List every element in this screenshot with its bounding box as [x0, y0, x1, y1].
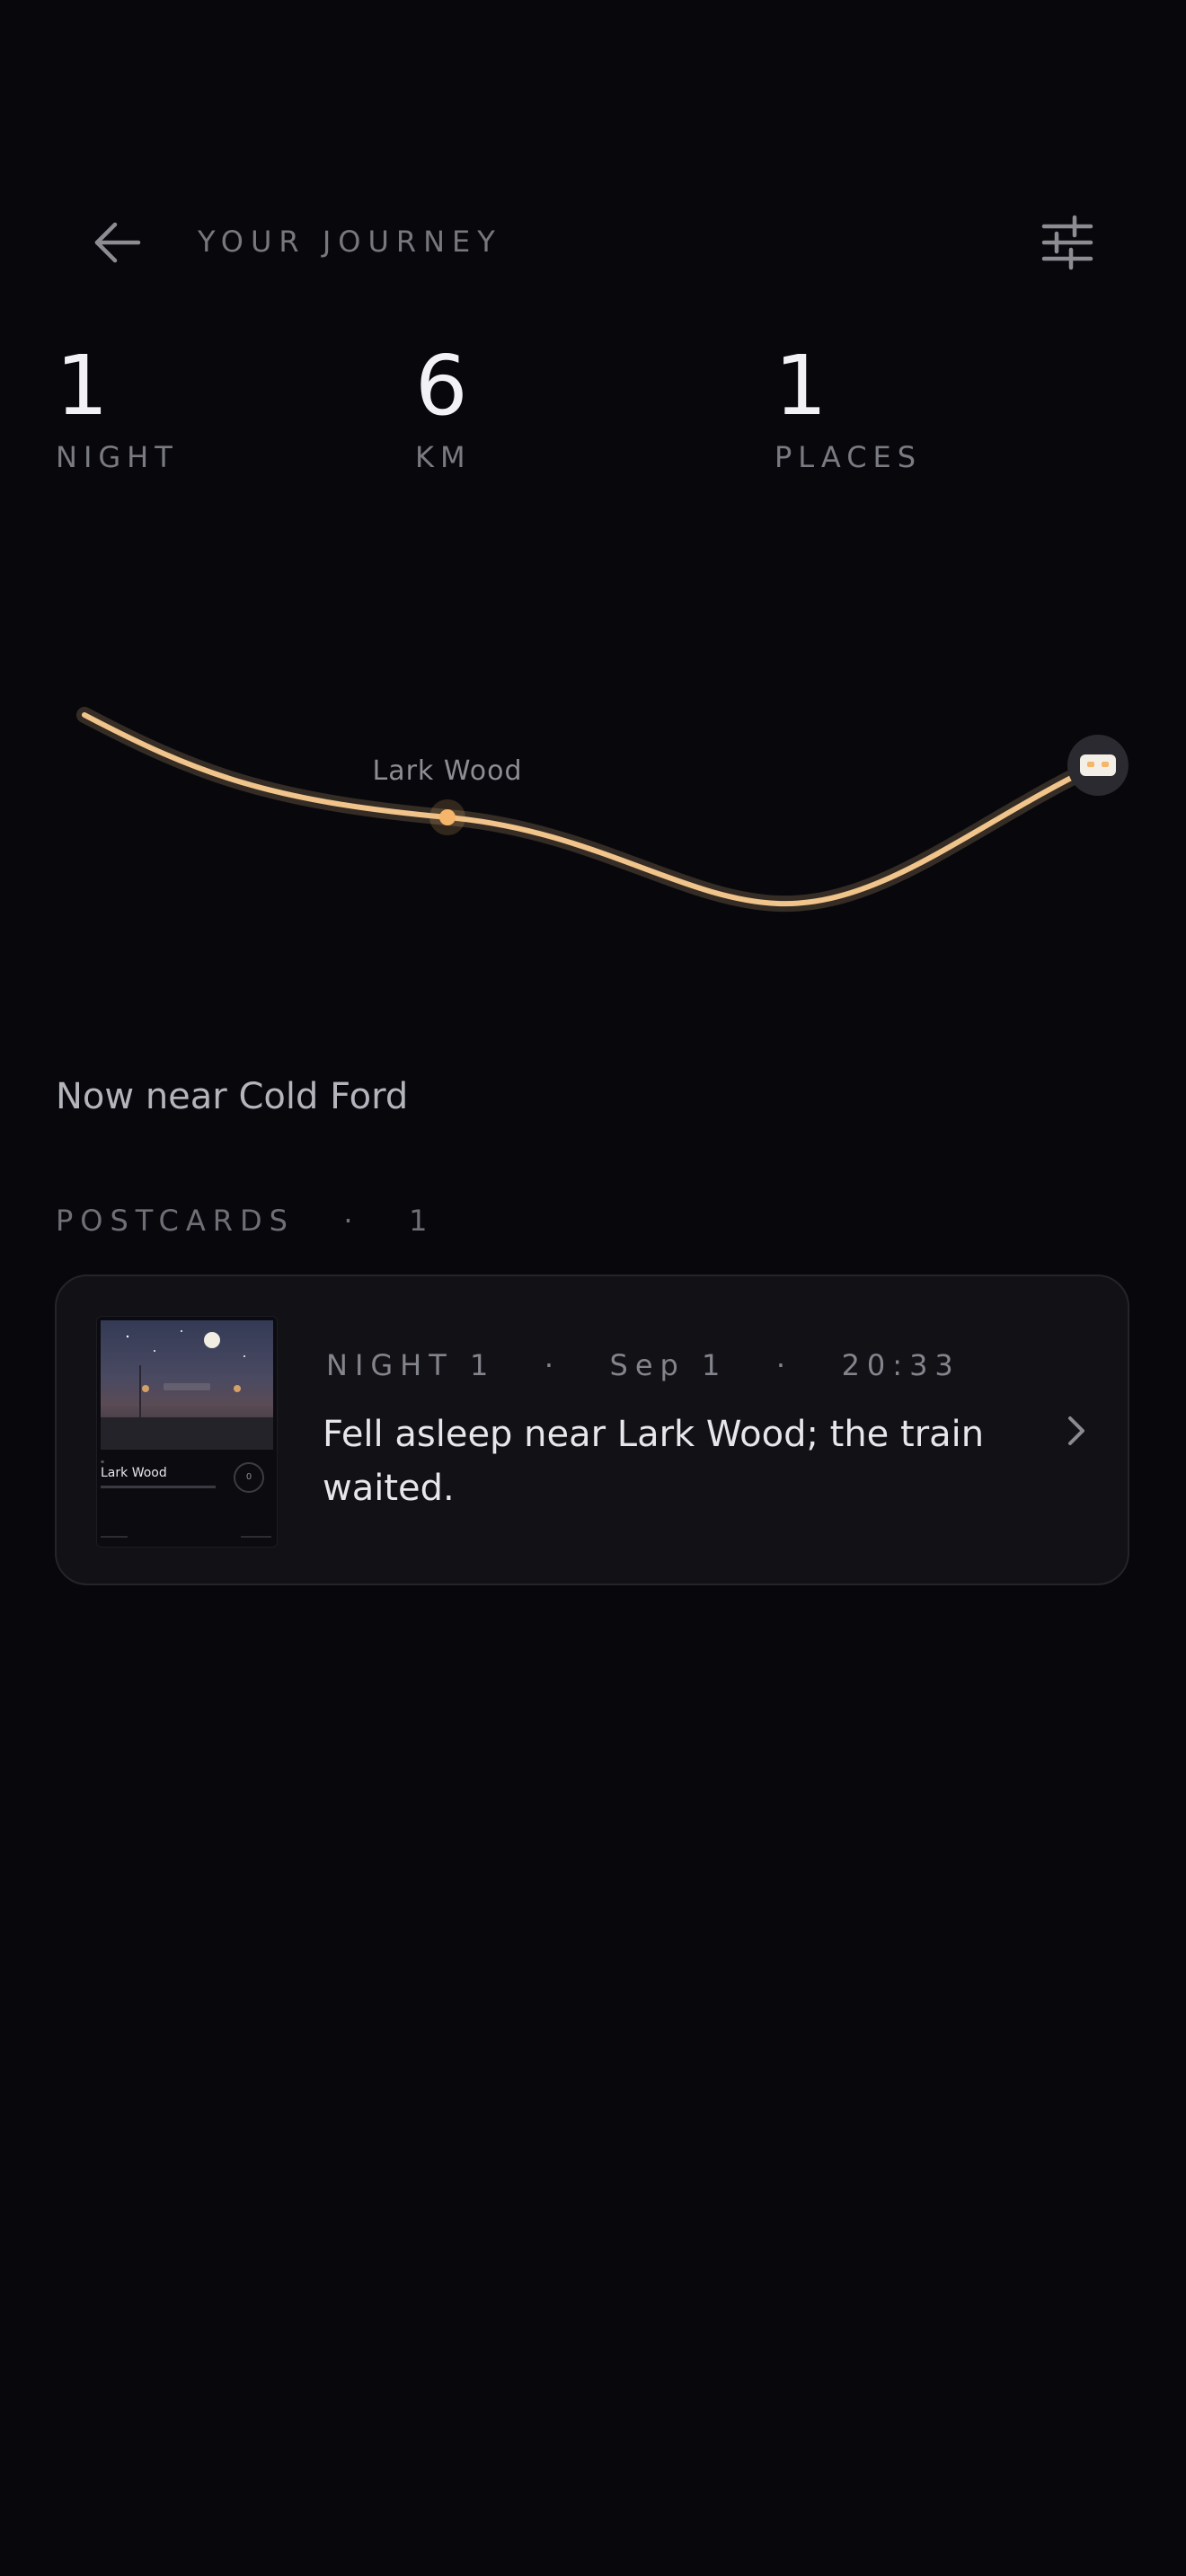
- chevron-right-icon: [1068, 1416, 1084, 1445]
- route-path: [82, 712, 1099, 907]
- postcard-item[interactable]: ▪ Lark Wood 0 NIGHT 1 · Sep 1 · 20:33 Fe…: [55, 1275, 1129, 1585]
- thumbnail-scene: [101, 1320, 273, 1450]
- postcard-date: Sep 1: [609, 1348, 728, 1382]
- postcards-separator: ·: [343, 1204, 360, 1238]
- stat-places: 1 PLACES: [774, 332, 1134, 474]
- place-marker: [439, 809, 456, 825]
- thumbnail-footer-right: [241, 1536, 271, 1538]
- filter-button[interactable]: [1035, 212, 1100, 277]
- location-status: Now near Cold Ford: [56, 1076, 409, 1117]
- route-path-glow: [76, 707, 1104, 913]
- app-header: YOUR JOURNEY: [0, 0, 1186, 270]
- back-button[interactable]: [86, 212, 151, 277]
- postcard-sep-1: ·: [544, 1348, 561, 1382]
- thumbnail-stamp-value: 0: [245, 1472, 252, 1482]
- stat-places-label: PLACES: [774, 440, 923, 474]
- postcard-thumbnail: ▪ Lark Wood 0: [96, 1316, 278, 1548]
- stat-km-label: KM: [415, 440, 472, 474]
- postcard-night: NIGHT 1: [326, 1348, 496, 1382]
- night-scene-icon: [101, 1330, 273, 1450]
- postcard-meta: NIGHT 1 · Sep 1 · 20:33: [326, 1348, 960, 1382]
- stat-places-value: 1: [774, 338, 828, 434]
- stat-nights-value: 1: [56, 338, 109, 434]
- postcards-label: POSTCARDS: [56, 1204, 295, 1238]
- sliders-icon: [1041, 215, 1093, 270]
- stat-nights: 1 NIGHT: [56, 332, 415, 474]
- thumbnail-title: Lark Wood: [101, 1466, 167, 1480]
- train-icon: [1080, 754, 1116, 776]
- thumbnail-footer-left: [101, 1536, 128, 1538]
- journey-stats: 1 NIGHT 6 KM 1 PLACES: [0, 332, 1186, 494]
- route-map: Lark Wood: [76, 707, 1128, 913]
- postcard-caption: Fell asleep near Lark Wood; the train wa…: [323, 1414, 985, 1509]
- postcard-sep-2: ·: [775, 1348, 793, 1382]
- stat-nights-label: NIGHT: [56, 440, 179, 474]
- stat-km-value: 6: [415, 338, 468, 434]
- thumbnail-text-line: [101, 1486, 216, 1488]
- postcard-time: 20:33: [841, 1348, 960, 1382]
- place-label: Lark Wood: [373, 755, 523, 787]
- page-title: YOUR JOURNEY: [198, 225, 502, 259]
- thumbnail-stamp: 0: [234, 1462, 264, 1493]
- stat-km: 6 KM: [415, 332, 774, 474]
- arrow-left-icon: [94, 222, 141, 263]
- postcards-section-header: POSTCARDS · 1: [56, 1204, 434, 1238]
- postcards-count: 1: [409, 1204, 435, 1238]
- thumbnail-kicker: ▪: [101, 1459, 105, 1465]
